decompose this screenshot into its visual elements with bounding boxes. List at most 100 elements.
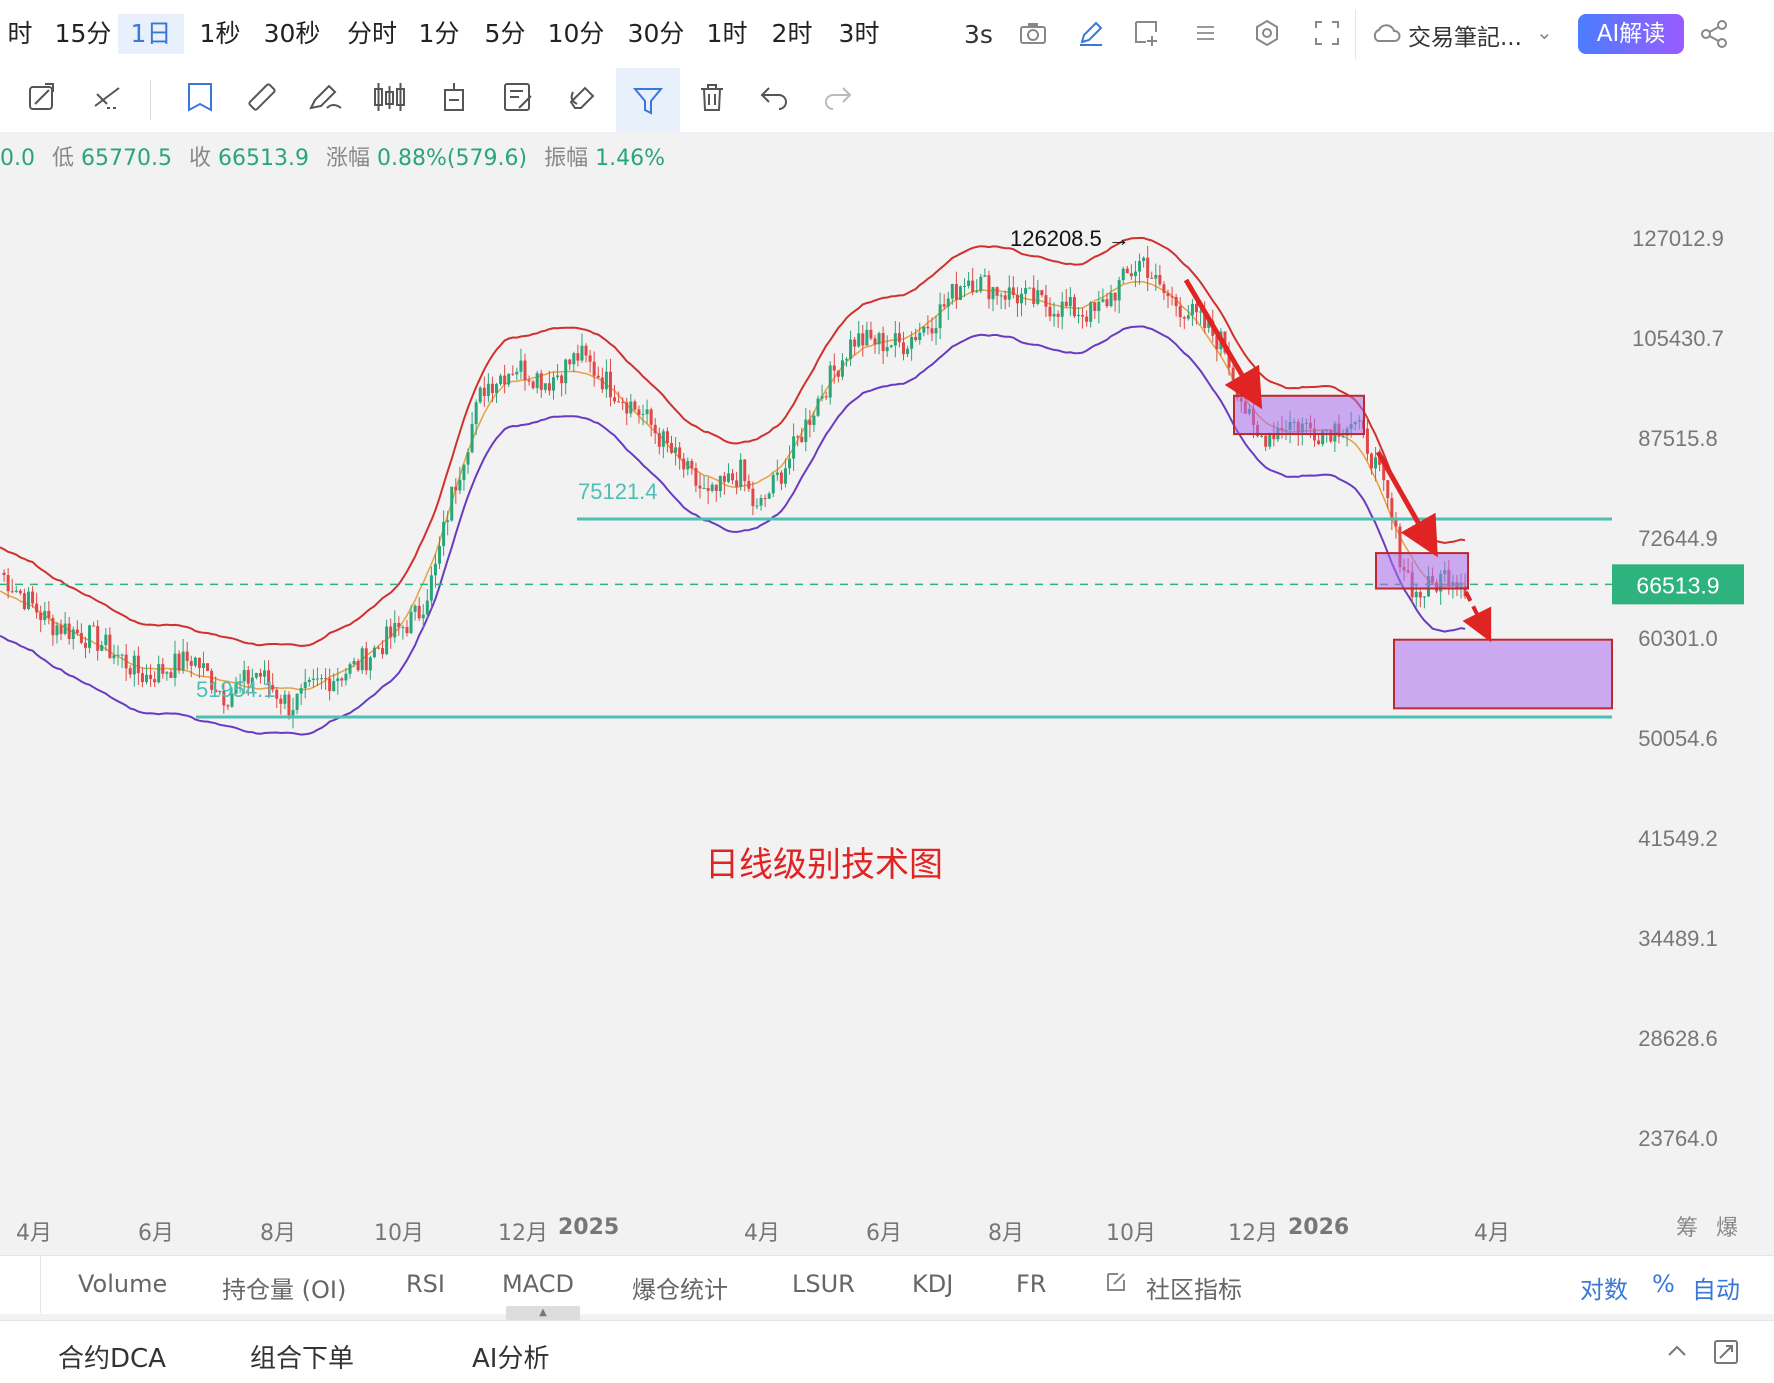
price-tick: 127012.9 xyxy=(1632,226,1724,251)
candle-body xyxy=(975,291,979,293)
candle-body xyxy=(613,397,617,402)
interval-10[interactable]: 1时 xyxy=(700,14,754,54)
candle-body xyxy=(1068,296,1072,307)
candle-body xyxy=(1142,257,1146,262)
long-position-icon[interactable] xyxy=(434,80,474,121)
interval-6[interactable]: 1分 xyxy=(412,14,466,54)
candle-body xyxy=(922,326,926,333)
refresh-rate[interactable]: 3s xyxy=(964,20,993,49)
candle-body xyxy=(409,611,413,634)
candle-body xyxy=(694,468,698,486)
note-icon[interactable] xyxy=(498,80,538,121)
candle-body xyxy=(425,600,429,615)
price-chart[interactable]: 127012.9 105430.7 87515.8 72644.9 66513.9 603… xyxy=(0,150,1774,1250)
filter-icon[interactable] xyxy=(616,68,680,132)
indicator-tab[interactable]: MACD xyxy=(502,1270,574,1298)
interval-5[interactable]: 分时 xyxy=(338,14,406,54)
indicator-tab[interactable]: 持仓量 (OI) xyxy=(222,1270,346,1305)
candle-body xyxy=(1015,295,1019,304)
tab-combo-order[interactable]: 组合下单 xyxy=(250,1338,354,1375)
candle-body xyxy=(67,623,71,639)
interval-0[interactable]: 时 xyxy=(0,14,40,54)
expand-panel-icon[interactable] xyxy=(1712,1338,1740,1372)
liquidation-toggle[interactable]: 爆 xyxy=(1716,1210,1738,1242)
candle-body xyxy=(393,622,397,638)
journal-dropdown[interactable]: 交易筆記... xyxy=(1408,18,1522,52)
undo-icon[interactable] xyxy=(754,80,794,121)
list-icon[interactable] xyxy=(1192,18,1222,54)
eraser-icon[interactable] xyxy=(562,80,602,121)
interval-8[interactable]: 10分 xyxy=(540,14,612,54)
candle-body xyxy=(1024,288,1028,294)
pen-icon[interactable] xyxy=(1076,18,1106,54)
candle-body xyxy=(1113,292,1117,301)
indicator-tab[interactable]: 社区指标 xyxy=(1146,1270,1242,1305)
fullscreen-icon[interactable] xyxy=(1312,18,1342,54)
auto-scale-toggle[interactable]: 自动 xyxy=(1692,1270,1740,1305)
tab-dca[interactable]: 合约DCA xyxy=(58,1338,166,1375)
candle-body xyxy=(625,402,629,414)
candle-body xyxy=(934,328,938,334)
indicator-tab[interactable]: Volume xyxy=(78,1270,167,1298)
candle-body xyxy=(173,653,177,678)
brush-icon[interactable] xyxy=(306,80,346,121)
log-scale-toggle[interactable]: 对数 xyxy=(1580,1270,1628,1305)
chip-distribution-toggle[interactable]: 筹 xyxy=(1676,1210,1698,1242)
candle-body xyxy=(1162,284,1166,294)
candle-body xyxy=(1117,280,1121,301)
trash-icon[interactable] xyxy=(692,80,732,121)
interval-4[interactable]: 30秒 xyxy=(256,14,328,54)
interval-12[interactable]: 3时 xyxy=(830,14,888,54)
interval-7[interactable]: 5分 xyxy=(478,14,532,54)
candle-body xyxy=(478,387,482,403)
trend-tool-icon[interactable] xyxy=(88,80,128,121)
candle-body xyxy=(116,654,120,656)
indicator-tab[interactable]: LSUR xyxy=(792,1270,855,1298)
candle-body xyxy=(22,593,26,609)
add-chart-icon[interactable] xyxy=(1132,18,1162,54)
share-icon[interactable] xyxy=(1698,18,1730,56)
indicator-tab[interactable]: RSI xyxy=(406,1270,445,1298)
chevron-up-icon[interactable] xyxy=(1664,1338,1690,1370)
indicator-tab[interactable]: FR xyxy=(1016,1270,1046,1298)
candle-body xyxy=(645,409,649,415)
candle-body xyxy=(971,280,975,293)
magnet-draw-icon[interactable] xyxy=(22,80,62,121)
candle-body xyxy=(608,371,612,398)
time-tick: 12月 xyxy=(1228,1221,1278,1246)
candle-body xyxy=(800,436,804,443)
chevron-down-icon[interactable]: ⌄ xyxy=(1536,20,1553,44)
collapse-handle[interactable]: ▲ xyxy=(506,1306,580,1320)
candlestick-icon[interactable] xyxy=(370,80,410,121)
candle-body xyxy=(1076,314,1080,317)
candle-body xyxy=(881,333,885,352)
candle-body xyxy=(999,295,1003,297)
interval-2[interactable]: 1日 xyxy=(118,14,184,54)
candle-body xyxy=(1133,271,1137,277)
ai-interpret-button[interactable]: AI解读 xyxy=(1578,14,1684,54)
settings-icon[interactable] xyxy=(1252,18,1282,54)
candle-body xyxy=(1194,303,1198,313)
tab-ai-analysis[interactable]: AI分析 xyxy=(472,1338,549,1375)
candle-body xyxy=(1166,293,1170,297)
bookmark-icon[interactable] xyxy=(180,80,220,121)
edit-icon[interactable] xyxy=(1104,1270,1128,1300)
price-tick: 87515.8 xyxy=(1638,426,1718,451)
ruler-icon[interactable] xyxy=(242,80,282,121)
indicator-tab[interactable]: KDJ xyxy=(912,1270,953,1298)
candle-body xyxy=(303,682,307,689)
indicator-tab[interactable]: 爆仓统计 xyxy=(632,1270,728,1305)
percent-scale-toggle[interactable]: % xyxy=(1652,1270,1675,1298)
camera-icon[interactable] xyxy=(1018,18,1048,54)
interval-11[interactable]: 2时 xyxy=(764,14,820,54)
candle-body xyxy=(433,563,437,576)
candle-body xyxy=(63,623,67,634)
candle-body xyxy=(665,431,669,443)
interval-3[interactable]: 1秒 xyxy=(190,14,250,54)
candle-body xyxy=(490,383,494,394)
candle-body xyxy=(124,654,128,669)
interval-1[interactable]: 15分 xyxy=(46,14,120,54)
candle-body xyxy=(572,353,576,365)
interval-9[interactable]: 30分 xyxy=(620,14,692,54)
redo-icon[interactable] xyxy=(818,80,858,121)
